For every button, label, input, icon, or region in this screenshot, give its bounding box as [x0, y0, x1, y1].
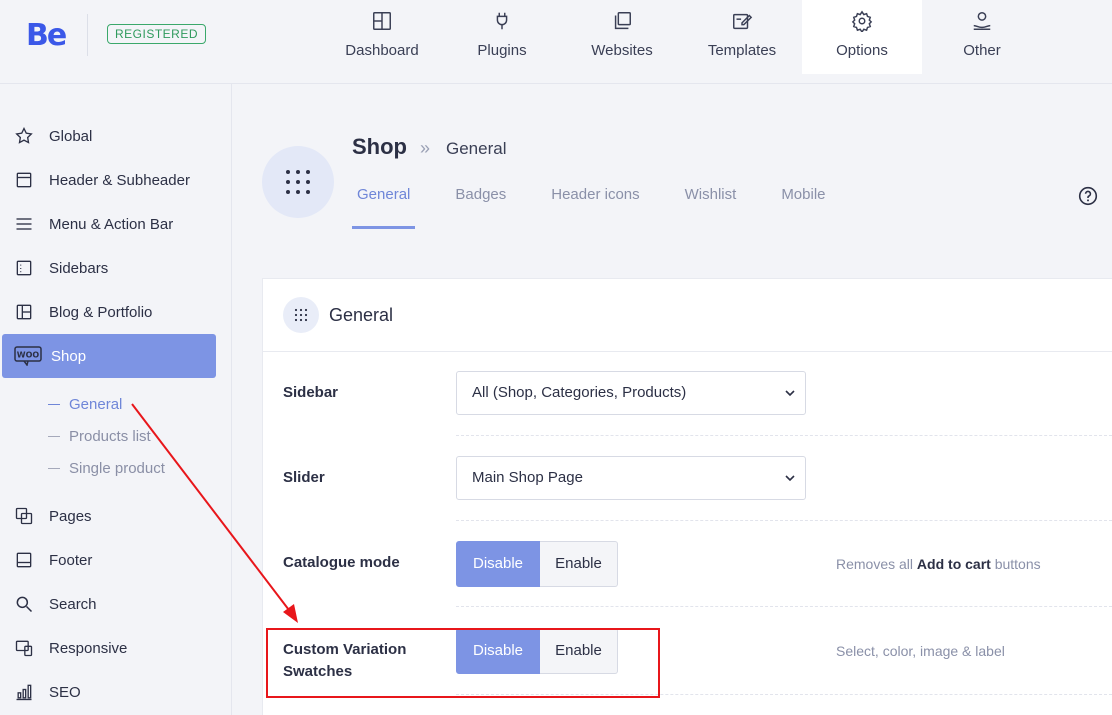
blog-icon: [16, 304, 32, 320]
sidebar-subitem-label: General: [69, 396, 123, 413]
sidebar-item-blog[interactable]: Blog & Portfolio: [2, 290, 216, 334]
sidebar-item-pages[interactable]: Pages: [2, 494, 216, 538]
sidebar-item-footer[interactable]: Footer: [2, 538, 216, 582]
catalogue-mode-description: Removes all Add to cart buttons: [836, 556, 1041, 572]
catalogue-mode-toggle: Disable Enable: [456, 541, 618, 587]
sidebar-subitem-products-list[interactable]: Products list: [48, 428, 151, 445]
nav-options-label: Options: [836, 42, 888, 59]
header-icon: [16, 172, 32, 188]
slider-select[interactable]: Main Shop Page: [456, 456, 806, 500]
sidebar-item-label: Header & Subheader: [49, 171, 190, 189]
sidebars-icon: [16, 260, 32, 276]
catalogue-enable-button[interactable]: Enable: [540, 541, 618, 587]
tab-general[interactable]: General: [352, 186, 416, 229]
nav-dashboard-label: Dashboard: [345, 42, 419, 59]
panel-header: General: [263, 279, 1112, 352]
websites-icon: [614, 12, 631, 30]
sidebar-item-label: Menu & Action Bar: [49, 215, 174, 233]
sidebar-select[interactable]: All (Shop, Categories, Products): [456, 371, 806, 415]
panel-title: General: [329, 305, 394, 325]
tab-badges[interactable]: Badges: [450, 186, 511, 229]
row-divider: [456, 435, 1112, 436]
woo-icon: WOO: [14, 346, 42, 366]
nav-other-label: Other: [963, 42, 1001, 59]
grid-dots-icon: [286, 170, 310, 194]
chevron-down-icon: [785, 475, 795, 482]
tab-header-icons[interactable]: Header icons: [546, 186, 644, 229]
nav-options[interactable]: Options: [802, 0, 922, 74]
sidebar-item-sidebars[interactable]: Sidebars: [2, 246, 216, 290]
sidebar-select-value: All (Shop, Categories, Products): [472, 384, 687, 401]
sidebar-item-responsive[interactable]: Responsive: [2, 626, 216, 670]
sidebar-item-menu[interactable]: Menu & Action Bar: [2, 202, 216, 246]
tab-wishlist[interactable]: Wishlist: [680, 186, 742, 229]
sidebar-item-label: SEO: [49, 683, 81, 701]
catalogue-mode-label: Catalogue mode: [283, 554, 400, 571]
sidebar-item-label: Sidebars: [49, 259, 109, 277]
svg-text:WOO: WOO: [17, 351, 40, 360]
panel-grid-icon: [283, 297, 319, 333]
sidebar-item-label: Footer: [49, 551, 93, 569]
section-grid-icon: [262, 146, 334, 218]
search-icon: [16, 596, 33, 613]
breadcrumb-current: General: [446, 139, 507, 158]
sidebar-item-label: Pages: [49, 507, 92, 525]
sidebar-subitem-single-product[interactable]: Single product: [48, 460, 165, 477]
nav-templates-label: Templates: [707, 42, 777, 59]
top-bar: Be REGISTERED Dashboard Plugins Websites…: [0, 0, 1112, 84]
swatches-description: Select, color, image & label: [836, 643, 1005, 659]
gear-icon: [851, 10, 873, 32]
help-icon[interactable]: [1078, 186, 1098, 206]
sidebar-item-shop[interactable]: WOO Shop: [2, 334, 216, 378]
sidebar-item-label: Shop: [51, 347, 87, 365]
sidebar-subitem-general[interactable]: General: [48, 396, 122, 413]
sidebar-item-header[interactable]: Header & Subheader: [2, 158, 216, 202]
slider-select-value: Main Shop Page: [472, 469, 583, 486]
sidebar-item-label: Global: [49, 127, 93, 145]
sidebar-label: Sidebar: [283, 384, 339, 401]
brand-logo[interactable]: Be: [26, 18, 67, 53]
plug-icon: [496, 12, 508, 30]
chevron-down-icon: [785, 390, 795, 397]
row-divider: [456, 520, 1112, 521]
sidebar-subitem-label: Single product: [69, 460, 165, 477]
logo-divider: [87, 14, 88, 56]
sidebar-item-label: Search: [49, 595, 97, 613]
section-tabs: General Badges Header icons Wishlist Mob…: [352, 186, 866, 229]
menu-icon: [16, 218, 32, 230]
sidebar-item-global[interactable]: Global: [2, 114, 216, 158]
page-title: Shop: [352, 134, 407, 159]
nav-websites[interactable]: Websites: [562, 0, 682, 74]
main-nav: Dashboard Plugins Websites Templates Opt…: [322, 0, 1042, 74]
options-sidebar: Global Header & Subheader Menu & Action …: [0, 84, 232, 715]
nav-plugins-label: Plugins: [477, 42, 527, 59]
sidebar-item-label: Blog & Portfolio: [49, 303, 153, 321]
sidebar-item-seo[interactable]: SEO: [2, 670, 216, 714]
nav-websites-label: Websites: [591, 42, 653, 59]
dashboard-icon: [373, 12, 391, 30]
nav-templates[interactable]: Templates: [682, 0, 802, 74]
nav-other[interactable]: Other: [922, 0, 1042, 74]
nav-plugins[interactable]: Plugins: [442, 0, 562, 74]
row-divider: [456, 606, 1112, 607]
tab-mobile[interactable]: Mobile: [776, 186, 830, 229]
catalogue-disable-button[interactable]: Disable: [456, 541, 540, 587]
star-icon: [15, 126, 33, 144]
annotation-highlight-box: [266, 628, 660, 698]
registered-badge: REGISTERED: [107, 24, 207, 44]
footer-icon: [16, 552, 32, 568]
nav-dashboard[interactable]: Dashboard: [322, 0, 442, 74]
pages-icon: [15, 507, 33, 525]
responsive-icon: [15, 640, 33, 657]
slider-label: Slider: [283, 469, 325, 486]
sidebar-subitem-label: Products list: [69, 428, 151, 445]
templates-icon: [733, 13, 753, 30]
sidebar-item-label: Responsive: [49, 639, 128, 657]
breadcrumb-separator: »: [420, 138, 431, 158]
seo-icon: [16, 684, 32, 701]
sidebar-item-search[interactable]: Search: [2, 582, 216, 626]
user-hand-icon: [973, 12, 991, 30]
